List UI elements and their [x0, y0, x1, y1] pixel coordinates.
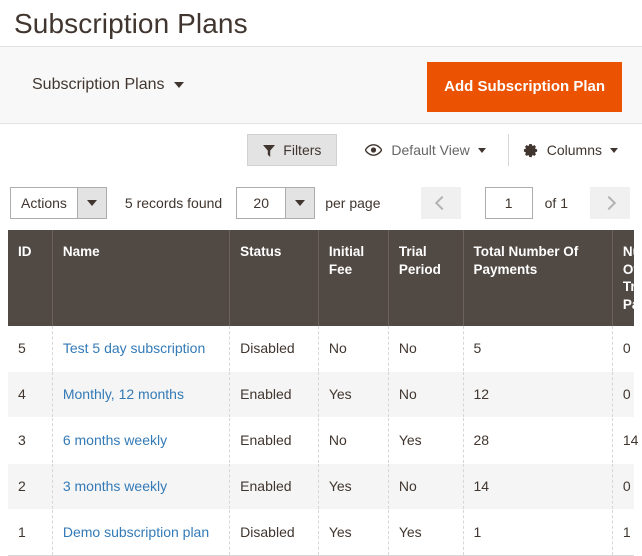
chevron-down-icon [610, 147, 618, 153]
default-view-label: Default View [391, 142, 470, 158]
table-row[interactable]: 5 Test 5 day subscription Disabled No No 5 0 [8, 326, 634, 373]
cell-trial-payments: 14 [612, 417, 638, 464]
column-header-id[interactable]: ID [8, 230, 53, 327]
cell-total-payments: 5 [463, 326, 613, 373]
column-header-status[interactable]: Status [229, 230, 319, 327]
per-page-select[interactable]: 20 [236, 187, 316, 219]
grid-action-bar: Actions 5 records found 20 per page of 1 [0, 176, 642, 230]
funnel-icon [263, 144, 276, 157]
chevron-down-icon [477, 147, 486, 153]
cell-trial-payments: 1 [612, 509, 634, 556]
actions-dropdown-toggle[interactable] [76, 188, 106, 218]
actions-select[interactable]: Actions [10, 187, 107, 219]
table-row[interactable]: 2 3 months weekly Enabled Yes No 14 0 [8, 463, 634, 510]
per-page-value: 20 [253, 195, 269, 211]
cell-initial-fee: Yes [318, 509, 389, 556]
cell-id: 2 [8, 463, 53, 510]
cell-id: 5 [8, 326, 53, 373]
table-head: ID Name Status Initial Fee Trial Period … [8, 230, 642, 327]
cell-trial-period: Yes [388, 417, 464, 464]
cell-name: Test 5 day subscription [52, 326, 231, 373]
switcher-label: Subscription Plans [32, 76, 165, 93]
cell-name: 6 months weekly [52, 417, 231, 464]
page-number-input[interactable] [484, 187, 533, 219]
plan-name-link[interactable]: 6 months weekly [63, 432, 167, 448]
cell-trial-payments: 0 [612, 326, 634, 373]
chevron-left-icon [435, 195, 450, 211]
filters-button[interactable]: Filters [247, 134, 338, 166]
cell-trial-period: Yes [388, 509, 464, 556]
grid-toolbar: Filters Default View Columns [0, 124, 642, 176]
cell-initial-fee: No [318, 326, 389, 373]
table-body: 5 Test 5 day subscription Disabled No No 5 0 4 M… [8, 326, 638, 556]
filters-label: Filters [283, 142, 322, 158]
previous-page-button[interactable] [420, 187, 461, 219]
cell-status: Disabled [229, 326, 319, 373]
column-header-number-of-trial-payments[interactable]: Number Of Trial Payments [612, 230, 642, 327]
cell-status: Disabled [229, 509, 319, 556]
default-view-control[interactable]: Default View [351, 134, 499, 166]
table-row[interactable]: 4 Monthly, 12 months Enabled Yes No 12 0 [8, 371, 634, 418]
per-page-label: per page [325, 195, 381, 211]
cell-total-payments: 14 [463, 463, 613, 510]
column-header-initial-fee[interactable]: Initial Fee [318, 230, 389, 327]
cell-status: Enabled [229, 417, 319, 464]
total-pages-label: of 1 [544, 195, 568, 211]
next-page-button[interactable] [590, 187, 630, 219]
column-header-trial-period[interactable]: Trial Period [388, 230, 464, 327]
subscription-plans-switcher[interactable]: Subscription Plans [32, 76, 184, 94]
subscription-plans-table: ID Name Status Initial Fee Trial Period … [8, 230, 642, 556]
per-page-dropdown-toggle[interactable] [285, 188, 315, 218]
cell-initial-fee: No [318, 417, 389, 464]
page-title-container: Subscription Plans [0, 0, 642, 46]
columns-control[interactable]: Columns [507, 134, 632, 166]
cell-trial-period: No [388, 371, 464, 418]
cell-name: Demo subscription plan [52, 509, 231, 556]
cell-total-payments: 28 [463, 417, 613, 464]
table-row[interactable]: 1 Demo subscription plan Disabled Yes Yes 1 1 [8, 509, 634, 556]
plan-name-link[interactable]: Test 5 day subscription [63, 340, 205, 356]
cell-initial-fee: Yes [318, 463, 389, 510]
data-grid-container: ID Name Status Initial Fee Trial Period … [0, 230, 642, 556]
plan-name-link[interactable]: Monthly, 12 months [63, 386, 184, 402]
pager: of 1 [420, 187, 630, 219]
cell-id: 3 [8, 417, 53, 464]
page-actions-bar: Subscription Plans Add Subscription Plan [0, 46, 642, 124]
cell-total-payments: 1 [463, 509, 613, 556]
actions-label: Actions [21, 195, 67, 211]
columns-label: Columns [546, 142, 602, 158]
cell-initial-fee: Yes [318, 371, 389, 418]
table-row[interactable]: 3 6 months weekly Enabled No Yes 28 14 [8, 417, 638, 464]
eye-icon [365, 144, 383, 156]
plan-name-link[interactable]: Demo subscription plan [63, 524, 209, 540]
column-header-name[interactable]: Name [52, 230, 231, 327]
chevron-right-icon [601, 195, 616, 211]
cell-name: Monthly, 12 months [52, 371, 231, 418]
chevron-down-icon [173, 82, 184, 88]
cell-id: 4 [8, 371, 53, 418]
chevron-down-icon [86, 200, 97, 206]
plan-name-link[interactable]: 3 months weekly [63, 478, 167, 494]
records-found-label: 5 records found [124, 195, 223, 211]
cell-trial-period: No [388, 326, 464, 373]
chevron-down-icon [295, 200, 306, 206]
cell-status: Enabled [229, 371, 319, 418]
column-header-total-number-of-payments[interactable]: Total Number Of Payments [463, 230, 613, 327]
cell-total-payments: 12 [463, 371, 613, 418]
gear-icon [523, 143, 538, 158]
add-subscription-plan-button[interactable]: Add Subscription Plan [427, 62, 622, 112]
cell-id: 1 [8, 509, 53, 556]
table-header-row: ID Name Status Initial Fee Trial Period … [8, 230, 642, 327]
cell-trial-payments: 0 [612, 463, 634, 510]
cell-status: Enabled [229, 463, 319, 510]
cell-name: 3 months weekly [52, 463, 231, 510]
page-title: Subscription Plans [14, 8, 248, 39]
cell-trial-period: No [388, 463, 464, 510]
cell-trial-payments: 0 [612, 371, 634, 418]
